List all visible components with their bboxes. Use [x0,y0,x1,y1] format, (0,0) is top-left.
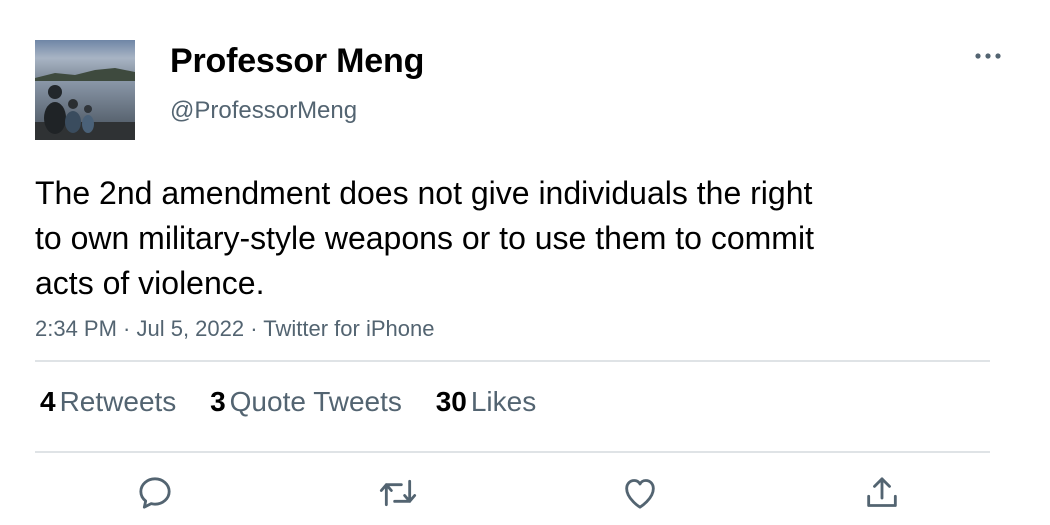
likes-label: Likes [470,386,537,417]
reply-icon [139,477,171,509]
likes-count: 30 [435,386,467,417]
tweet-text-line: The 2nd amendment does not give individu… [35,175,813,211]
reply-button[interactable] [135,473,175,513]
divider [35,451,990,453]
retweets-stat[interactable]: 4 Retweets [40,386,176,418]
tweet-text-line: acts of violence. [35,265,265,301]
retweets-count: 4 [40,386,56,417]
author-handle[interactable]: @ProfessorMeng [170,97,357,125]
like-button[interactable] [620,473,660,513]
likes-stat[interactable]: 30 Likes [436,386,537,418]
divider [35,360,990,362]
tweet-text-line: to own military-style weapons or to use … [35,220,814,256]
share-icon [867,477,897,507]
quote-tweets-count: 3 [210,386,226,417]
avatar-image [35,40,135,140]
heart-icon [625,479,655,509]
quote-tweets-label: Quote Tweets [229,386,402,417]
avatar[interactable] [35,40,135,140]
tweet-text: The 2nd amendment does not give individu… [35,171,935,306]
tweet-timestamp[interactable]: 2:34 PM · Jul 5, 2022 · Twitter for iPho… [35,316,434,342]
tweet-card: Professor Meng @ProfessorMeng The 2nd am… [0,0,1050,525]
quote-tweets-stat[interactable]: 3 Quote Tweets [210,386,402,418]
author-display-name[interactable]: Professor Meng [170,42,424,81]
retweet-button[interactable] [378,473,418,513]
retweets-label: Retweets [59,386,177,417]
tweet-stats: 4 Retweets 3 Quote Tweets 30 Likes [40,386,562,418]
share-button[interactable] [862,473,902,513]
more-icon[interactable] [970,42,1006,70]
retweet-icon [379,479,417,507]
